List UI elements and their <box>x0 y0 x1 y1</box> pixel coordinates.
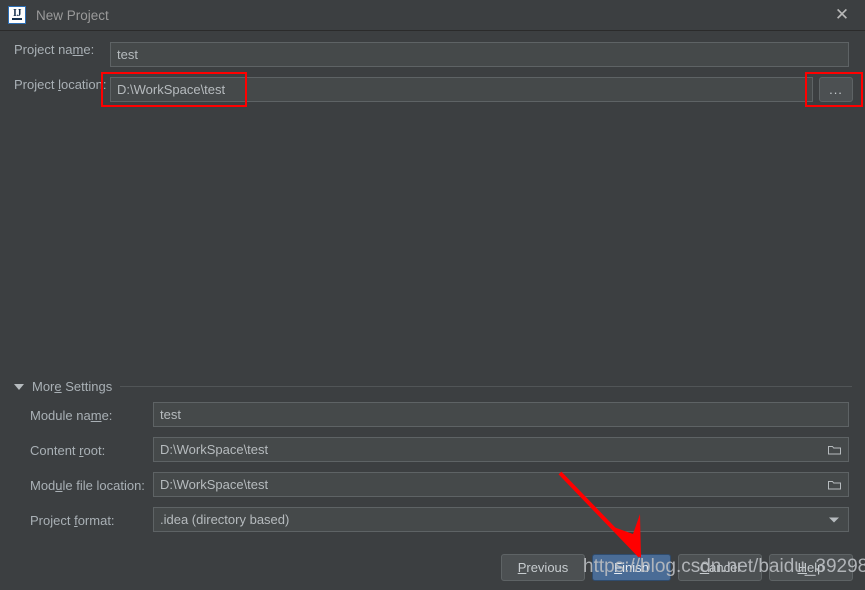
project-name-input[interactable]: test <box>110 42 849 67</box>
module-file-location-label: Module file location: <box>30 478 145 493</box>
title-bar: IJ New Project ✕ <box>0 0 865 31</box>
more-settings-toggle[interactable]: More Settings <box>14 379 852 394</box>
more-settings-divider <box>120 386 852 387</box>
intellij-idea-icon: IJ <box>8 6 26 24</box>
content-root-value: D:\WorkSpace\test <box>160 442 269 457</box>
watermark-text: https://blog.csdn.net/baidu_39298625 <box>583 556 865 577</box>
project-location-label: Project location: <box>14 77 107 92</box>
new-project-dialog: IJ New Project ✕ Project name: test Proj… <box>0 0 865 590</box>
project-location-input[interactable]: D:\WorkSpace\test <box>110 77 813 102</box>
window-title: New Project <box>36 7 109 23</box>
project-name-row: Project name: <box>14 42 114 57</box>
close-icon[interactable]: ✕ <box>819 0 865 30</box>
project-location-browse-button[interactable]: ... <box>819 77 853 102</box>
folder-icon[interactable] <box>828 480 841 490</box>
chevron-down-icon[interactable] <box>829 517 839 522</box>
project-format-select[interactable]: .idea (directory based) <box>153 507 849 532</box>
project-location-row: Project location: <box>14 77 114 92</box>
project-format-value: .idea (directory based) <box>160 512 290 527</box>
module-name-label: Module name: <box>30 408 113 423</box>
ellipsis-icon: ... <box>829 81 843 97</box>
module-file-location-input[interactable]: D:\WorkSpace\test <box>153 472 849 497</box>
folder-icon[interactable] <box>828 445 841 455</box>
project-location-value: D:\WorkSpace\test <box>117 82 226 97</box>
project-name-value: test <box>117 47 138 62</box>
content-root-label: Content root: <box>30 443 106 458</box>
project-name-label: Project name: <box>14 42 95 57</box>
content-root-input[interactable]: D:\WorkSpace\test <box>153 437 849 462</box>
more-settings-label: More Settings <box>32 379 113 394</box>
project-format-label: Project format: <box>30 513 115 528</box>
previous-button[interactable]: Previous <box>501 554 585 581</box>
module-name-value: test <box>160 407 181 422</box>
module-file-location-value: D:\WorkSpace\test <box>160 477 269 492</box>
module-name-input[interactable]: test <box>153 402 849 427</box>
triangle-down-icon <box>14 383 24 390</box>
